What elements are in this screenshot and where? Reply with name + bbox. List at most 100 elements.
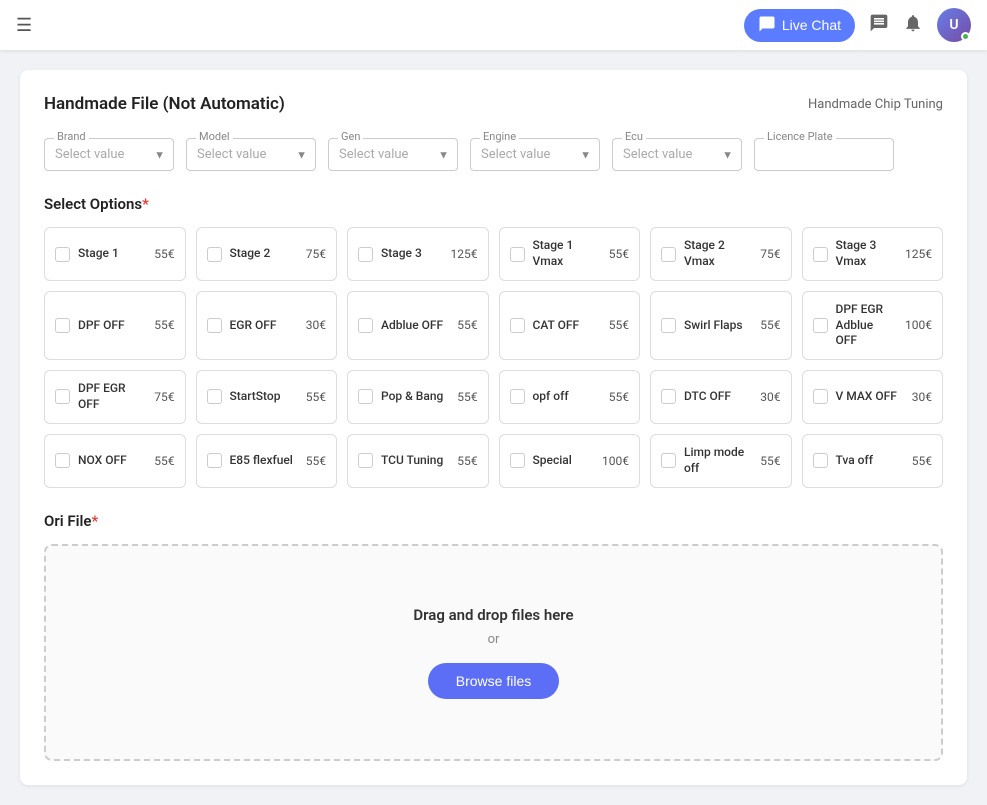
message-button[interactable]: [869, 13, 889, 38]
option-label: Stage 1 Vmax: [533, 238, 601, 269]
option-price: 55€: [457, 454, 477, 468]
option-label: DTC OFF: [684, 389, 752, 405]
notification-button[interactable]: [903, 13, 923, 38]
drop-zone-or: or: [66, 632, 921, 647]
option-item[interactable]: DPF EGR OFF 75€: [44, 370, 186, 424]
option-checkbox[interactable]: [661, 247, 676, 262]
option-item[interactable]: Pop & Bang 55€: [347, 370, 489, 424]
option-item[interactable]: opf off 55€: [499, 370, 641, 424]
option-checkbox[interactable]: [661, 389, 676, 404]
avatar[interactable]: U: [937, 8, 971, 42]
option-checkbox[interactable]: [207, 247, 222, 262]
avatar-initials: U: [949, 17, 958, 33]
engine-label: Engine: [480, 130, 519, 143]
licence-plate-filter: Licence Plate: [754, 138, 894, 171]
live-chat-button[interactable]: Live Chat: [744, 9, 855, 42]
option-item[interactable]: TCU Tuning 55€: [347, 434, 489, 488]
option-label: Adblue OFF: [381, 318, 449, 334]
card-header: Handmade File (Not Automatic) Handmade C…: [44, 94, 943, 114]
ecu-filter: Ecu Select value ▼ Select value: [612, 138, 742, 171]
option-checkbox[interactable]: [510, 318, 525, 333]
option-item[interactable]: StartStop 55€: [196, 370, 338, 424]
option-item[interactable]: Stage 2 75€: [196, 227, 338, 281]
option-item[interactable]: Stage 2 Vmax 75€: [650, 227, 792, 281]
option-label: DPF EGR Adblue OFF: [836, 302, 898, 349]
engine-filter: Engine Select value ▼ Select value: [470, 138, 600, 171]
option-label: DPF OFF: [78, 318, 146, 334]
option-item[interactable]: Special 100€: [499, 434, 641, 488]
option-checkbox[interactable]: [510, 247, 525, 262]
option-checkbox[interactable]: [813, 318, 828, 333]
option-item[interactable]: E85 flexfuel 55€: [196, 434, 338, 488]
option-item[interactable]: Swirl Flaps 55€: [650, 291, 792, 360]
ori-file-heading: Ori File*: [44, 512, 943, 530]
option-checkbox[interactable]: [55, 247, 70, 262]
option-checkbox[interactable]: [813, 389, 828, 404]
hamburger-icon: ☰: [16, 15, 32, 36]
option-checkbox[interactable]: [55, 318, 70, 333]
option-item[interactable]: NOX OFF 55€: [44, 434, 186, 488]
option-label: Stage 2 Vmax: [684, 238, 752, 269]
option-label: Swirl Flaps: [684, 318, 752, 334]
live-chat-label: Live Chat: [782, 17, 841, 33]
option-checkbox[interactable]: [358, 453, 373, 468]
option-item[interactable]: Tva off 55€: [802, 434, 944, 488]
brand-filter: Brand Select value ▼ Select value BMW Me…: [44, 138, 174, 171]
option-checkbox[interactable]: [510, 389, 525, 404]
option-item[interactable]: Stage 3 Vmax 125€: [802, 227, 944, 281]
option-label: Stage 3: [381, 246, 443, 262]
option-item[interactable]: Stage 1 55€: [44, 227, 186, 281]
option-checkbox[interactable]: [207, 389, 222, 404]
option-checkbox[interactable]: [207, 318, 222, 333]
option-price: 75€: [154, 390, 174, 404]
option-price: 55€: [457, 318, 477, 332]
option-item[interactable]: Limp mode off 55€: [650, 434, 792, 488]
ori-file-required-asterisk: *: [91, 512, 98, 530]
hamburger-button[interactable]: ☰: [16, 15, 32, 36]
option-label: Pop & Bang: [381, 389, 449, 405]
option-price: 55€: [609, 390, 629, 404]
browse-files-button[interactable]: Browse files: [428, 663, 559, 699]
option-price: 30€: [306, 318, 326, 332]
option-label: Stage 3 Vmax: [836, 238, 898, 269]
option-checkbox[interactable]: [358, 247, 373, 262]
option-price: 55€: [306, 454, 326, 468]
option-item[interactable]: EGR OFF 30€: [196, 291, 338, 360]
option-checkbox[interactable]: [358, 389, 373, 404]
option-checkbox[interactable]: [55, 453, 70, 468]
option-price: 55€: [609, 247, 629, 261]
option-price: 55€: [154, 247, 174, 261]
option-item[interactable]: Adblue OFF 55€: [347, 291, 489, 360]
option-item[interactable]: DTC OFF 30€: [650, 370, 792, 424]
option-checkbox[interactable]: [813, 453, 828, 468]
option-item[interactable]: DPF OFF 55€: [44, 291, 186, 360]
navbar-right: Live Chat U: [744, 8, 971, 42]
ori-file-section: Ori File* Drag and drop files here or Br…: [44, 512, 943, 761]
option-label: Special: [533, 453, 595, 469]
filters-row: Brand Select value ▼ Select value BMW Me…: [44, 138, 943, 171]
option-item[interactable]: Stage 3 125€: [347, 227, 489, 281]
select-options-heading: Select Options*: [44, 195, 943, 213]
drop-zone[interactable]: Drag and drop files here or Browse files: [44, 544, 943, 761]
licence-plate-label: Licence Plate: [764, 130, 836, 143]
option-checkbox[interactable]: [207, 453, 222, 468]
option-item[interactable]: Stage 1 Vmax 55€: [499, 227, 641, 281]
bell-icon: [903, 13, 923, 38]
options-grid: Stage 1 55€ Stage 2 75€ Stage 3 125€ Sta…: [44, 227, 943, 488]
option-checkbox[interactable]: [55, 389, 70, 404]
option-price: 55€: [154, 318, 174, 332]
option-checkbox[interactable]: [813, 247, 828, 262]
select-options-section: Select Options* Stage 1 55€ Stage 2 75€ …: [44, 195, 943, 488]
brand-label: Brand: [54, 130, 89, 143]
option-checkbox[interactable]: [358, 318, 373, 333]
option-item[interactable]: DPF EGR Adblue OFF 100€: [802, 291, 944, 360]
gen-filter: Gen Select value ▼ Select value: [328, 138, 458, 171]
option-label: Stage 1: [78, 246, 146, 262]
option-item[interactable]: V MAX OFF 30€: [802, 370, 944, 424]
option-checkbox[interactable]: [661, 453, 676, 468]
avatar-status-dot: [961, 32, 970, 41]
option-item[interactable]: CAT OFF 55€: [499, 291, 641, 360]
option-checkbox[interactable]: [510, 453, 525, 468]
option-label: NOX OFF: [78, 453, 146, 469]
option-checkbox[interactable]: [661, 318, 676, 333]
